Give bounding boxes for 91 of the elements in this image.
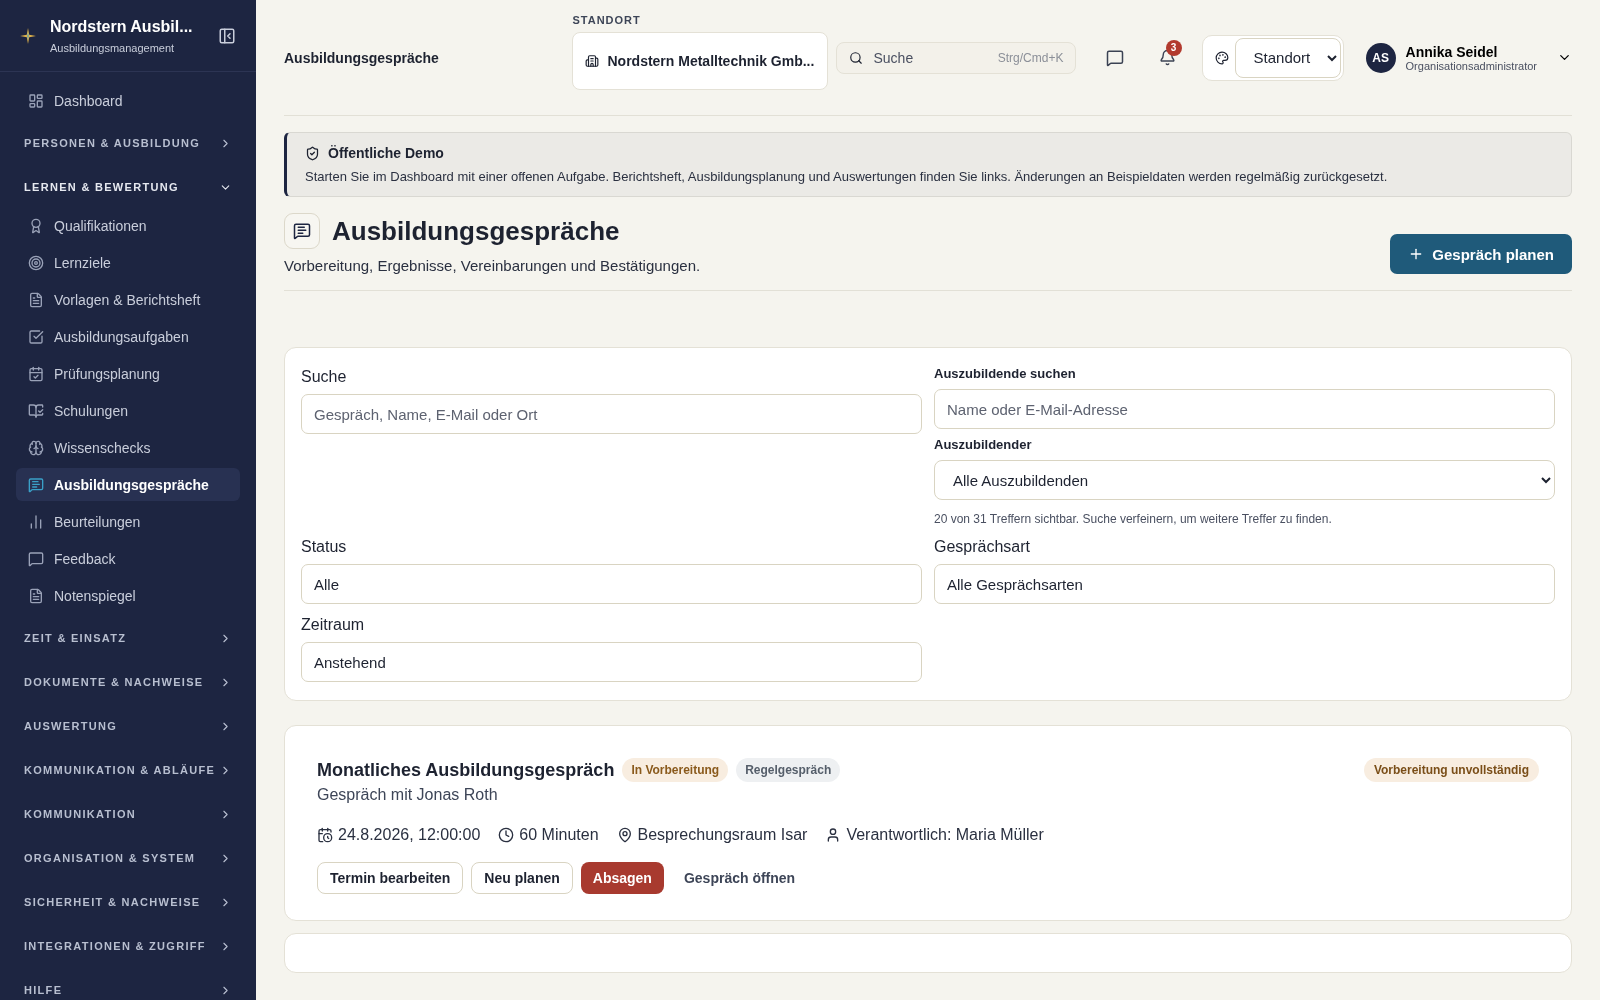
nav-item[interactable]: Ausbildungsaufgaben (16, 320, 240, 353)
calendar-clock-icon (317, 827, 333, 843)
nav-section[interactable]: ORGANISATION & SYSTEM (16, 836, 240, 880)
location-label: STANDORT (572, 13, 642, 26)
input-field[interactable]: Alle (301, 564, 922, 604)
open-link[interactable]: Gespräch öffnen (671, 862, 808, 894)
nav-item[interactable]: Dashboard (16, 84, 240, 117)
nav-section[interactable]: KOMMUNIKATION (16, 792, 240, 836)
meta-info: 60 Minuten (498, 826, 599, 844)
palette-icon (1214, 50, 1229, 65)
nav-item[interactable]: Notenspiegel (16, 579, 240, 612)
meta-info: 24.8.2026, 12:00:00 (317, 826, 481, 844)
nav-section[interactable]: DOKUMENTE & NACHWEISE (16, 660, 240, 704)
avatar: AS (1365, 42, 1396, 73)
award-icon (28, 217, 44, 234)
page-title: Ausbildungsgespräche (332, 215, 620, 247)
nav-item[interactable]: Prüfungsplanung (16, 357, 240, 390)
nav-item[interactable]: Qualifikationen (16, 209, 240, 242)
banner-text: Starten Sie im Dashboard mit einer offenen Aufgabe. Berichtsheft, Ausbildungsplanung und Auswertungen finden Sie links. Änderungen an Beispieldaten werden regelmäßig zurückgesetzt. (305, 169, 1389, 184)
nav-item[interactable]: Vorlagen & Berichtsheft (16, 283, 240, 316)
action-button[interactable]: Absagen (580, 862, 664, 894)
message-icon (28, 550, 44, 567)
result-hint: 20 von 31 Treffern sichtbar. Suche verfeinern, um weitere Treffer zu finden. (934, 512, 1333, 526)
nav-section[interactable]: ZEIT & EINSATZ (16, 616, 240, 660)
nav-section[interactable]: PERSONEN & AUSBILDUNG (16, 121, 240, 165)
brand-title: Nordstern Ausbil... (50, 17, 194, 36)
dashboard-icon (28, 92, 44, 109)
field-label: Zeitraum (301, 616, 366, 634)
user-role: Organisationsadministrator (1405, 59, 1537, 72)
shortcut-hint: Strg/Cmd+K (997, 50, 1064, 65)
header-title: Ausbildungsgespräche (284, 49, 440, 66)
message-icon (28, 476, 44, 493)
document-icon (28, 587, 44, 604)
input-field[interactable]: Anstehend (301, 642, 922, 682)
input-field[interactable]: Alle Gesprächsarten (934, 564, 1555, 604)
view-select[interactable]: Standort (1234, 37, 1341, 78)
page-subtitle: Vorbereitung, Ergebnisse, Vereinbarungen und Bestätigungen. (284, 257, 701, 274)
user-menu[interactable]: AS Annika Seidel Organisationsadministrator (1365, 42, 1572, 73)
action-button[interactable]: Termin bearbeiten (317, 862, 464, 894)
clock-icon (498, 827, 515, 843)
meta-info: Verantwortlich: Maria Müller (825, 826, 1044, 844)
tag: In Vorbereitung (622, 758, 729, 782)
bell-icon (1158, 49, 1176, 66)
nav-item[interactable]: Feedback (16, 542, 240, 575)
field-label: Status (301, 538, 348, 556)
message-icon (284, 213, 320, 249)
warning-tag: Vorbereitung unvollständig (1363, 758, 1539, 782)
brain-icon (28, 439, 44, 456)
nav-item[interactable]: Beurteilungen (16, 505, 240, 538)
nav-section[interactable]: SICHERHEIT & NACHWEISE (16, 880, 240, 924)
collapse-sidebar-button[interactable] (218, 26, 236, 45)
brand-subtitle: Ausbildungsmanagement (50, 41, 176, 54)
tag: Regelgespräch (736, 758, 841, 782)
conversation-subtitle: Gespräch mit Jonas Roth (317, 786, 499, 804)
notification-count: 3 (1165, 39, 1182, 56)
input-field[interactable]: Name oder E-Mail-Adresse (934, 389, 1555, 429)
document-icon (28, 291, 44, 308)
checkbox-icon (28, 328, 44, 345)
nav-section[interactable]: LERNEN & BEWERTUNG (16, 165, 240, 209)
field-label: Auszubildender (934, 437, 1033, 452)
bar-chart-icon (28, 513, 44, 530)
nav-item[interactable]: Ausbildungsgespräche (16, 468, 240, 501)
nav-section[interactable]: AUSWERTUNG (16, 704, 240, 748)
calendar-icon (28, 365, 44, 382)
nav-section[interactable]: KOMMUNIKATION & ABLÄUFE (16, 748, 240, 792)
field-label: Auszubildende suchen (934, 366, 1077, 381)
search-icon (849, 50, 864, 65)
search-input[interactable]: Suche (871, 48, 990, 67)
notifications-button[interactable]: 3 (1149, 37, 1186, 78)
building-icon (585, 53, 600, 68)
nav-item[interactable]: Schulungen (16, 394, 240, 427)
user-name: Annika Seidel (1405, 43, 1499, 60)
book-icon (28, 402, 44, 419)
location-selector[interactable]: Nordstern Metalltechnik Gmb... (572, 31, 829, 90)
banner-title: Öffentliche Demo (328, 145, 444, 161)
nav-item[interactable]: Lernziele (16, 246, 240, 279)
nav-section[interactable]: HILFE (16, 968, 240, 1000)
target-icon (28, 254, 44, 271)
map-pin-icon (616, 827, 633, 843)
input-field[interactable]: Gespräch, Name, E-Mail oder Ort (301, 394, 922, 434)
nav-section[interactable]: INTEGRATIONEN & ZUGRIFF (16, 924, 240, 968)
field-label: Gesprächsart (934, 538, 1032, 556)
message-icon (1105, 48, 1124, 67)
action-button[interactable]: Neu planen (471, 862, 573, 894)
nav-item[interactable]: Wissenschecks (16, 431, 240, 464)
meta-info: Besprechungsraum Isar (616, 826, 808, 844)
field-label: Suche (301, 368, 348, 386)
shield-icon (305, 145, 320, 161)
plan-button[interactable]: Gespräch planen (1390, 234, 1572, 274)
select-field[interactable]: Alle Auszubildenden (934, 460, 1555, 500)
conversation-title: Monatliches Ausbildungsgespräch (317, 759, 615, 781)
